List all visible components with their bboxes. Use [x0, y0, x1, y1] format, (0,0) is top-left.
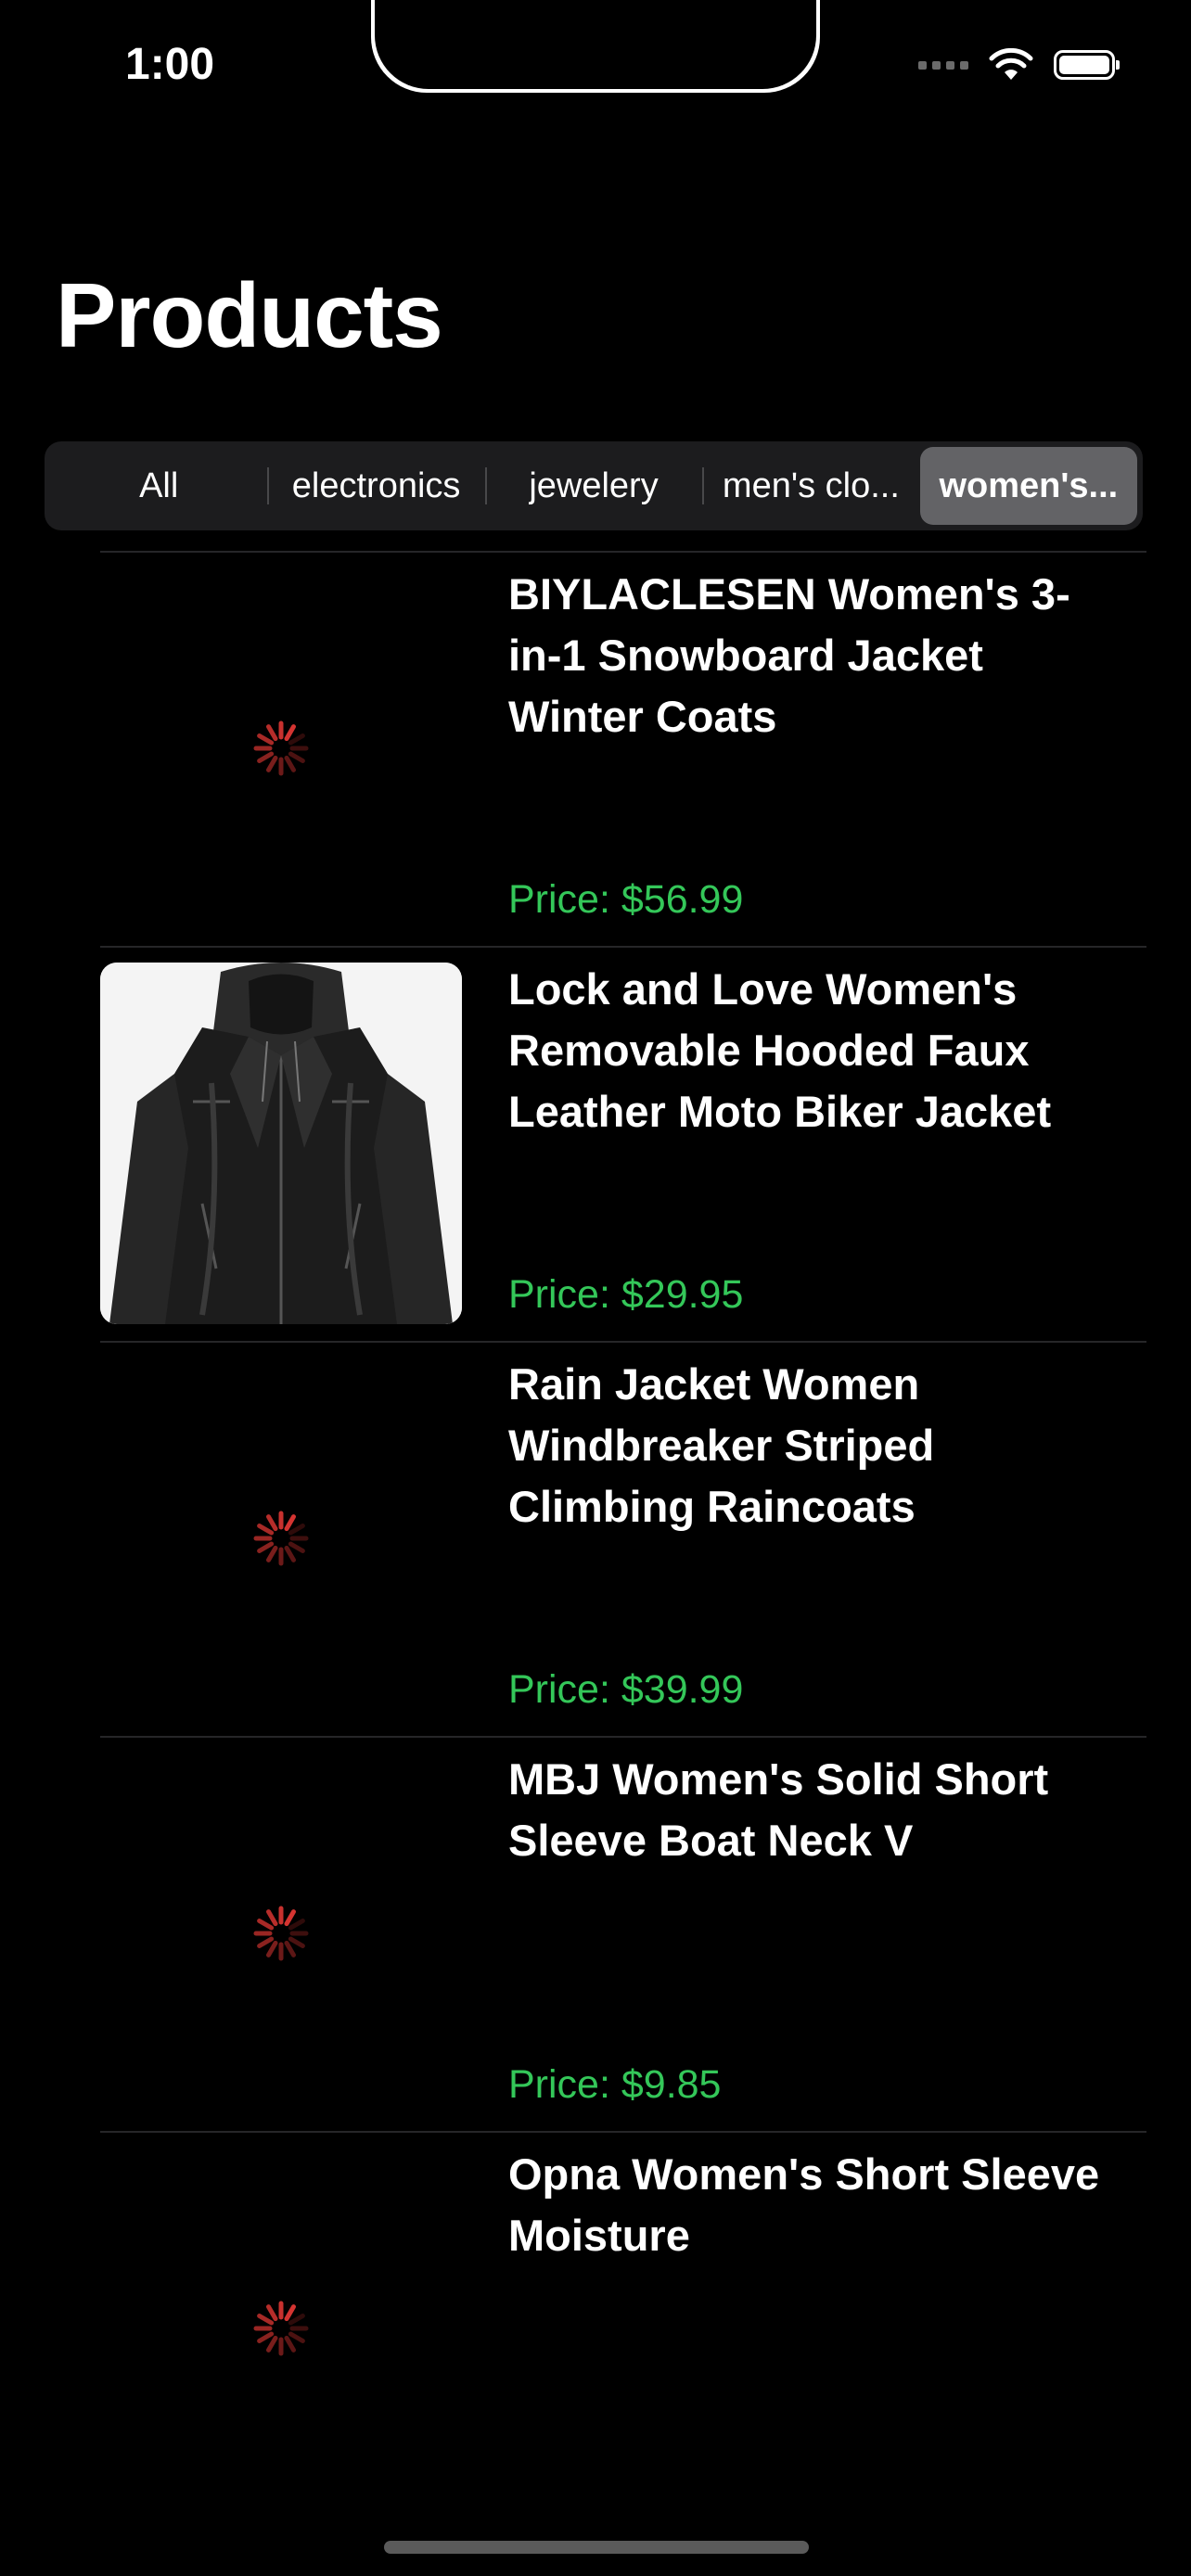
segment-label: women's... — [939, 465, 1119, 505]
spinner-spoke — [266, 1940, 278, 1958]
product-title: BIYLACLESEN Women's 3-in-1 Snowboard Jac… — [508, 569, 1070, 741]
spinner-spoke — [257, 1524, 275, 1536]
page-title: Products — [56, 264, 443, 366]
product-image — [100, 963, 462, 1324]
segment-label: men's clo... — [722, 465, 900, 505]
spinner-spoke — [284, 724, 296, 742]
notch — [375, 0, 816, 89]
black-leather-jacket-icon — [100, 963, 462, 1324]
product-title: Lock and Love Women's Removable Hooded F… — [508, 964, 1052, 1136]
spinner-spoke — [266, 1514, 278, 1532]
spinner-spoke — [257, 2314, 275, 2326]
product-image-placeholder — [100, 1358, 462, 1719]
segment-label: All — [139, 465, 179, 505]
spinner-spoke — [284, 1514, 296, 1532]
spinner-spoke — [257, 733, 275, 746]
product-title: Rain Jacket Women Windbreaker Striped Cl… — [508, 1359, 935, 1531]
product-row[interactable]: Opna Women's Short Sleeve Moisture — [0, 2131, 1191, 2526]
spinner-spoke — [284, 755, 296, 772]
battery-icon — [1054, 50, 1120, 80]
product-title: Opna Women's Short Sleeve Moisture — [508, 2149, 1100, 2260]
segment-womens-clothing[interactable]: women's... — [919, 447, 1138, 525]
product-row[interactable]: Rain Jacket Women Windbreaker Striped Cl… — [0, 1341, 1191, 1736]
spinner-spoke — [288, 1919, 305, 1931]
loading-spinner-icon — [253, 1511, 309, 1566]
spinner-spoke — [284, 1909, 296, 1927]
spinner-spoke — [257, 1919, 275, 1931]
spinner-spoke — [266, 1545, 278, 1562]
status-time: 1:00 — [125, 40, 215, 89]
product-row[interactable]: BIYLACLESEN Women's 3-in-1 Snowboard Jac… — [0, 551, 1191, 946]
wifi-icon — [989, 48, 1033, 80]
screen: 1:00 Products All electronics jewelery m… — [0, 0, 1191, 2576]
loading-spinner-icon — [253, 2301, 309, 2356]
status-icons — [918, 45, 1120, 85]
product-image-placeholder — [100, 1753, 462, 2114]
loading-spinner-icon — [253, 721, 309, 776]
product-title: MBJ Women's Solid Short Sleeve Boat Neck… — [508, 1754, 1049, 1865]
spinner-spoke — [288, 751, 305, 763]
segment-electronics[interactable]: electronics — [267, 447, 484, 525]
category-segmented-control: All electronics jewelery men's clo... wo… — [45, 441, 1143, 530]
spinner-spoke — [266, 1909, 278, 1927]
product-row[interactable]: Lock and Love Women's Removable Hooded F… — [0, 946, 1191, 1341]
product-price: Price: $29.95 — [508, 1272, 744, 1317]
spinner-spoke — [284, 1545, 296, 1562]
segment-label: jewelery — [529, 465, 659, 505]
spinner-spoke — [288, 2331, 305, 2343]
spinner-spoke — [288, 1524, 305, 1536]
spinner-spoke — [257, 751, 275, 763]
cellular-signal-icon — [918, 60, 968, 70]
spinner-spoke — [257, 2331, 275, 2343]
product-price: Price: $56.99 — [508, 877, 744, 922]
product-price: Price: $9.85 — [508, 2062, 722, 2107]
segment-mens-clothing[interactable]: men's clo... — [702, 447, 919, 525]
product-price: Price: $39.99 — [508, 1667, 744, 1712]
spinner-spoke — [284, 1940, 296, 1958]
spinner-spoke — [284, 2304, 296, 2322]
home-indicator — [384, 2541, 809, 2554]
spinner-spoke — [266, 755, 278, 772]
segment-jewelery[interactable]: jewelery — [484, 447, 702, 525]
spinner-spoke — [266, 724, 278, 742]
product-image-placeholder — [100, 2148, 462, 2509]
spinner-spoke — [288, 733, 305, 746]
spinner-spoke — [266, 2335, 278, 2353]
segment-all[interactable]: All — [50, 447, 267, 525]
spinner-spoke — [288, 1936, 305, 1948]
product-image-placeholder — [100, 567, 462, 929]
spinner-spoke — [257, 1541, 275, 1553]
segment-label: electronics — [291, 465, 461, 505]
spinner-spoke — [288, 1541, 305, 1553]
product-list: BIYLACLESEN Women's 3-in-1 Snowboard Jac… — [0, 551, 1191, 2526]
loading-spinner-icon — [253, 1906, 309, 1961]
spinner-spoke — [257, 1936, 275, 1948]
spinner-spoke — [288, 2314, 305, 2326]
spinner-spoke — [266, 2304, 278, 2322]
spinner-spoke — [284, 2335, 296, 2353]
product-row[interactable]: MBJ Women's Solid Short Sleeve Boat Neck… — [0, 1736, 1191, 2131]
